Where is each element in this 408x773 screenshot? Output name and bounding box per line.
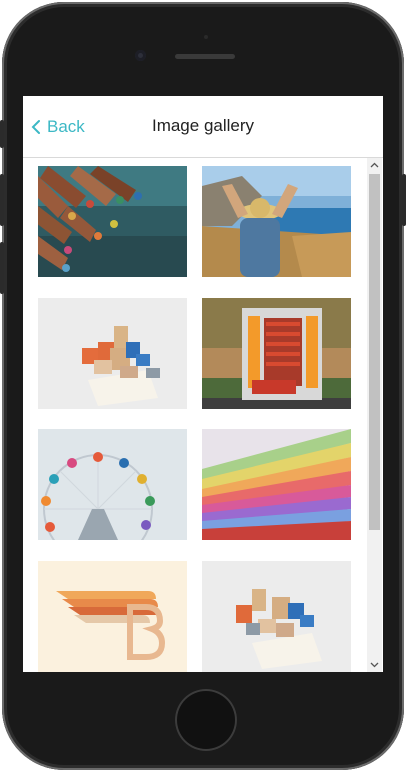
gallery-item-ferris-wheel[interactable]	[38, 429, 187, 540]
vertical-scrollbar[interactable]	[367, 158, 382, 672]
chevron-down-icon	[370, 662, 379, 668]
ring-switch	[0, 120, 4, 148]
gallery-item-woman-coast[interactable]	[202, 166, 351, 277]
proximity-sensor	[204, 35, 208, 39]
navigation-header: Back Image gallery	[23, 96, 383, 158]
orange-machine-image	[202, 298, 351, 409]
volume-up-button	[0, 174, 4, 226]
gallery-item-logo[interactable]	[38, 561, 187, 672]
power-button	[402, 174, 406, 226]
app-screen: Back Image gallery	[23, 96, 383, 672]
volume-down-button	[0, 242, 4, 294]
color-swatches-image	[202, 429, 351, 540]
colored-pencils-image	[38, 166, 187, 277]
front-camera	[135, 50, 146, 61]
gallery-grid	[23, 158, 383, 672]
scrollbar-thumb[interactable]	[369, 174, 380, 530]
gallery-item-pencils[interactable]	[38, 166, 187, 277]
scroll-down-arrow[interactable]	[367, 658, 382, 672]
chevron-up-icon	[370, 162, 379, 168]
winged-b-logo-image	[38, 561, 187, 672]
cardboard-boxes-image	[38, 298, 187, 409]
earpiece-speaker	[175, 54, 235, 59]
gallery-item-boxes[interactable]	[38, 298, 187, 409]
home-button[interactable]	[175, 689, 237, 751]
scroll-up-arrow[interactable]	[367, 158, 382, 172]
gallery-item-machine[interactable]	[202, 298, 351, 409]
woman-with-hat-coast-image	[202, 166, 351, 277]
gallery-item-boxes-2[interactable]	[202, 561, 351, 672]
page-title: Image gallery	[151, 116, 255, 135]
gallery-item-swatches[interactable]	[202, 429, 351, 540]
cardboard-boxes-image	[202, 561, 351, 672]
ferris-wheel-image	[38, 429, 187, 540]
